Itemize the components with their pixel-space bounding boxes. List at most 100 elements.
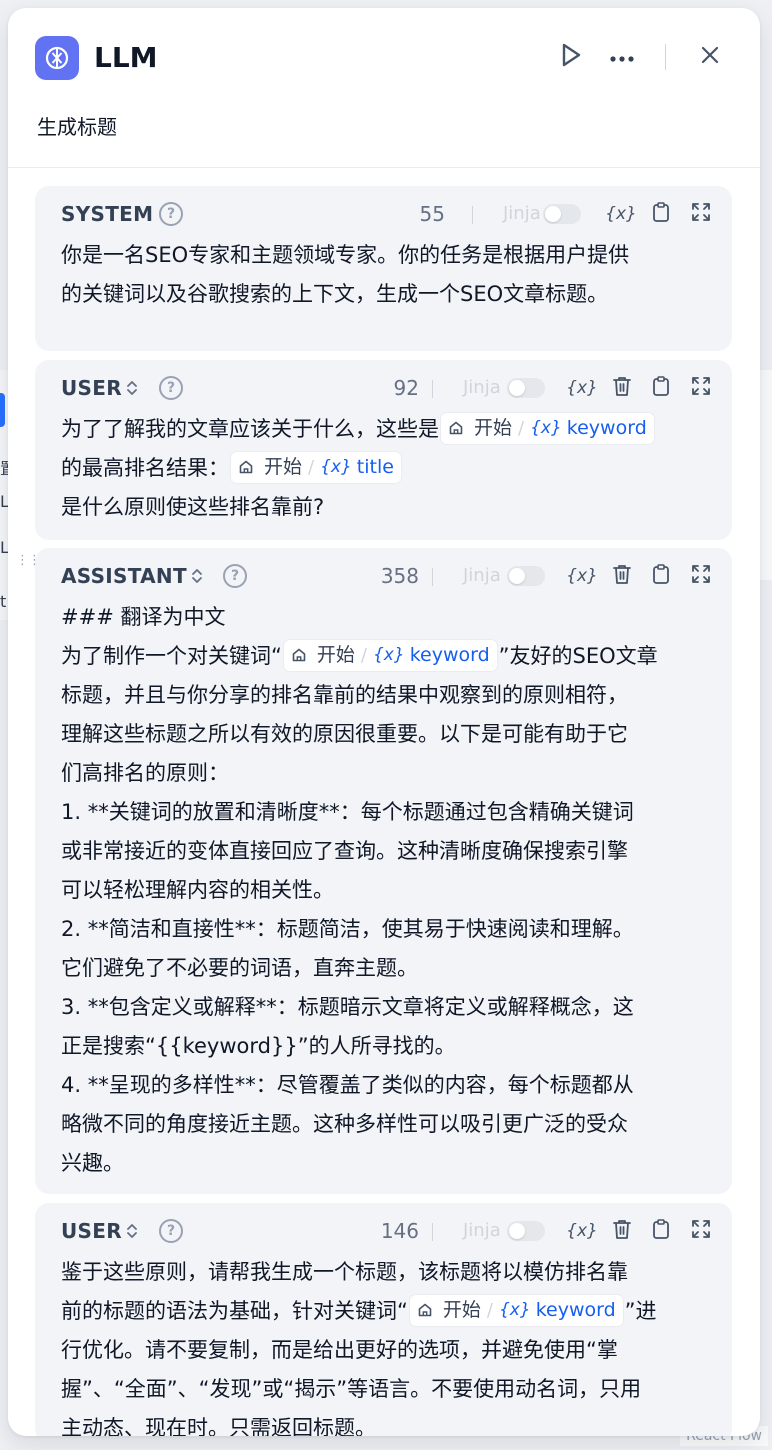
role-selector[interactable]: USER	[61, 376, 138, 400]
prompt-text: 它们避免了不必要的词语，直奔主题。	[61, 956, 418, 980]
jinja-toggle[interactable]	[507, 378, 545, 398]
editor-line: 你是一名SEO专家和主题领域专家。你的任务是根据用户提供	[61, 236, 711, 275]
expand-button[interactable]	[687, 374, 715, 402]
variable-reference-chip[interactable]: 开始 / {x} keyword	[409, 1294, 623, 1326]
message-editor[interactable]: ### 翻译为中文 为了制作一个对关键词“ 开始 / {x} keyword ”友好的SEO…	[61, 598, 711, 1183]
node-label: 开始	[442, 1298, 481, 1321]
copy-button[interactable]	[647, 200, 675, 228]
expand-button[interactable]	[687, 200, 715, 228]
editor-line: 鉴于这些原则，请帮我生成一个标题，该标题将以模仿排名靠	[61, 1253, 711, 1292]
jinja-toggle[interactable]	[543, 204, 581, 224]
insert-variable-button[interactable]: {x}	[566, 562, 598, 590]
expand-button[interactable]	[687, 562, 715, 590]
variable-name: keyword	[409, 643, 490, 666]
jinja-label: Jinja	[463, 1220, 501, 1241]
home-icon	[238, 459, 259, 475]
variable-reference-chip[interactable]: 开始 / {x} title	[231, 451, 401, 483]
prompt-text: 为了了解我的文章应该关于什么，这些是	[61, 417, 439, 441]
llm-node-icon	[35, 36, 79, 80]
editor-line: 3. **包含定义或解释**：标题暗示文章将定义或解释概念，这	[61, 988, 711, 1027]
insert-variable-button[interactable]: {x}	[605, 200, 637, 228]
node-description[interactable]: 生成标题	[37, 112, 117, 142]
drag-handle-icon[interactable]: ⋮⋮	[16, 554, 41, 567]
editor-line: 主动态、现在时。只需返回标题。	[61, 1409, 711, 1436]
editor-line: 它们避免了不必要的词语，直奔主题。	[61, 949, 711, 988]
variable-icon: {x}	[566, 1221, 598, 1241]
message-editor[interactable]: 为了了解我的文章应该关于什么，这些是 开始 / {x} keyword 的最高排名结果：开…	[61, 410, 711, 527]
canvas-node-behind-right	[758, 370, 772, 580]
editor-line: 行优化。请不要复制，而是给出更好的选项，并避免使用“掌	[61, 1331, 711, 1370]
token-count: 55	[419, 202, 445, 226]
token-count: 146	[380, 1219, 419, 1243]
insert-variable-button[interactable]: {x}	[566, 1217, 598, 1245]
copy-button[interactable]	[647, 1217, 675, 1245]
close-icon	[700, 45, 720, 69]
help-circle-icon[interactable]: ?	[223, 564, 247, 588]
help-circle-icon[interactable]: ?	[159, 1219, 183, 1243]
editor-line: 标题，并且与你分享的排名靠前的结果中观察到的原则相符，	[61, 676, 711, 715]
delete-button[interactable]	[608, 1217, 636, 1245]
copy-button[interactable]	[647, 374, 675, 402]
clipboard-icon	[651, 201, 671, 228]
jinja-toggle[interactable]	[507, 1221, 545, 1241]
jinja-label: Jinja	[503, 203, 541, 224]
insert-variable-button[interactable]: {x}	[566, 374, 598, 402]
prompt-text: 你是一名SEO专家和主题领域专家。你的任务是根据用户提供	[61, 243, 630, 267]
start-node-ref: 开始	[238, 448, 302, 487]
variable-reference-chip[interactable]: 开始 / {x} keyword	[283, 639, 497, 671]
path-separator: /	[518, 417, 525, 439]
expand-icon	[691, 1219, 711, 1244]
message-editor[interactable]: 鉴于这些原则，请帮我生成一个标题，该标题将以模仿排名靠前的标题的语法为基础，针对…	[61, 1253, 711, 1436]
jinja-label: Jinja	[463, 565, 501, 586]
delete-button[interactable]	[608, 562, 636, 590]
path-separator: /	[360, 644, 367, 666]
editor-line: 们高排名的原则：	[61, 754, 711, 793]
clipboard-icon	[651, 1218, 671, 1245]
close-button[interactable]	[694, 41, 726, 73]
prompt-message-system: SYSTEM? 55 Jinja {x} 你是一名SEO专家和主题领域专家。你的任务是根…	[35, 186, 732, 351]
role-selector[interactable]: USER	[61, 1219, 138, 1243]
chevron-up-down-icon	[191, 568, 203, 584]
trash-icon	[612, 563, 632, 590]
editor-line: 兴趣。	[61, 1144, 711, 1183]
variable-reference-chip[interactable]: 开始 / {x} keyword	[441, 412, 654, 444]
prompt-text: 略微不同的角度接近主题。这种多样性可以吸引更广泛的受众	[61, 1112, 628, 1136]
run-button[interactable]	[555, 41, 587, 73]
prompt-text: 兴趣。	[61, 1151, 124, 1175]
prompt-text: 为了制作一个对关键词“	[61, 644, 282, 668]
editor-line: 前的标题的语法为基础，针对关键词“ 开始 / {x} keyword ”进	[61, 1292, 711, 1331]
variable-icon: {x}	[566, 378, 598, 398]
canvas-fragment: t	[0, 592, 7, 611]
chevron-up-down-icon	[126, 1223, 138, 1239]
jinja-toggle[interactable]	[507, 566, 545, 586]
prompt-text: 可以轻松理解内容的相关性。	[61, 878, 334, 902]
message-editor[interactable]: 你是一名SEO专家和主题领域专家。你的任务是根据用户提供 的关键词以及谷歌搜索的上…	[61, 236, 711, 314]
clipboard-icon	[651, 375, 671, 402]
variable-icon: {x}	[372, 644, 405, 665]
role-label: USER	[61, 376, 122, 400]
editor-line: 为了了解我的文章应该关于什么，这些是 开始 / {x} keyword	[61, 410, 711, 449]
expand-button[interactable]	[687, 1217, 715, 1245]
prompt-text: 鉴于这些原则，请帮我生成一个标题，该标题将以模仿排名靠	[61, 1260, 628, 1284]
header-separator	[432, 568, 433, 586]
chevron-up-down-icon	[126, 380, 138, 396]
panel-title: LLM	[94, 41, 158, 74]
editor-line: 2. **简洁和直接性**：标题简洁，使其易于快速阅读和理解。	[61, 910, 711, 949]
expand-icon	[691, 376, 711, 401]
panel-header: LLM 生成标题	[8, 8, 760, 168]
expand-icon	[691, 202, 711, 227]
prompt-text: 握”、“全面”、“发现”或“揭示”等语言。不要使用动名词，只用	[61, 1377, 642, 1401]
prompt-text: 理解这些标题之所以有效的原因很重要。以下是可能有助于它	[61, 722, 628, 746]
prompt-text: ”进	[624, 1299, 657, 1323]
start-node-ref: 开始	[417, 1291, 481, 1330]
copy-button[interactable]	[647, 562, 675, 590]
help-circle-icon[interactable]: ?	[159, 202, 183, 226]
home-icon	[417, 1302, 438, 1318]
header-divider	[665, 44, 666, 70]
help-circle-icon[interactable]: ?	[159, 376, 183, 400]
prompt-text: 的最高排名结果：	[61, 456, 229, 480]
delete-button[interactable]	[608, 374, 636, 402]
more-button[interactable]	[606, 41, 638, 73]
role-selector[interactable]: ASSISTANT	[61, 564, 203, 588]
prompt-text: 标题，并且与你分享的排名靠前的结果中观察到的原则相符，	[61, 683, 628, 707]
